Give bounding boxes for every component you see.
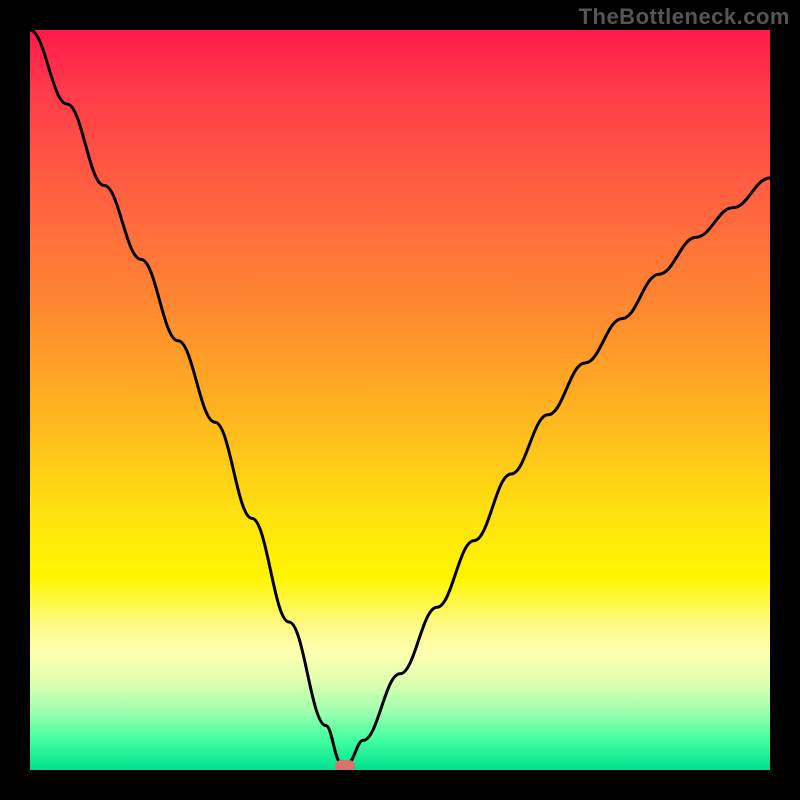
minimum-marker: [335, 760, 355, 770]
plot-area: [30, 30, 770, 770]
chart-frame: TheBottleneck.com: [0, 0, 800, 800]
bottleneck-curve: [30, 30, 770, 770]
curve-path: [30, 30, 770, 770]
watermark-text: TheBottleneck.com: [579, 4, 790, 30]
